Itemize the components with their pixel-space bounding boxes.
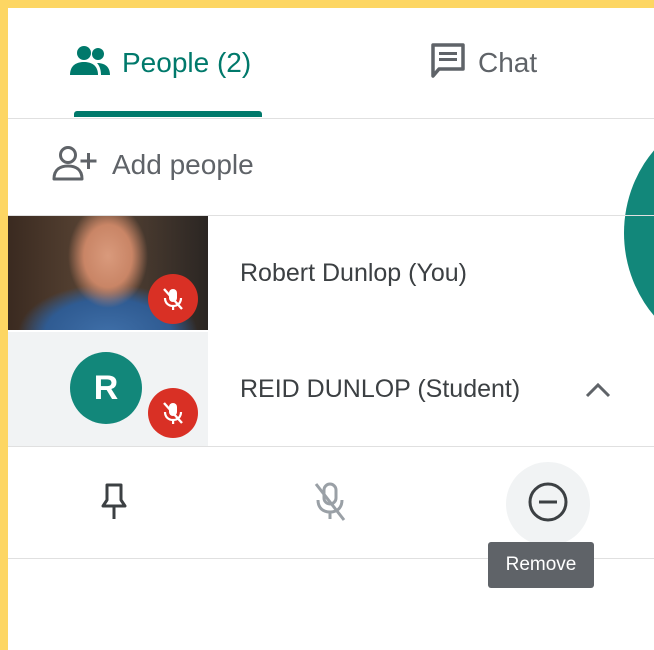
mute-participant-button[interactable] (288, 462, 372, 546)
remove-participant-button[interactable] (506, 462, 590, 546)
chevron-up-icon[interactable] (580, 372, 616, 408)
active-tab-indicator (74, 111, 262, 117)
mic-off-icon (148, 274, 198, 324)
add-people-button[interactable]: Add people (52, 138, 254, 192)
participants-divider (8, 446, 654, 447)
participant-name: REID DUNLOP (Student) (240, 374, 521, 403)
panel-tabs: People (2) Chat (8, 8, 654, 118)
pin-icon (97, 482, 131, 527)
participant-row[interactable]: Robert Dunlop (You) (8, 216, 654, 330)
participant-row[interactable]: R REID DUNLOP (Student) (8, 332, 654, 446)
tab-chat[interactable]: Chat (428, 8, 537, 118)
tab-people[interactable]: People (2) (68, 8, 251, 118)
tab-chat-label: Chat (478, 47, 538, 78)
tab-people-label: People (2) (122, 47, 252, 78)
people-icon (68, 45, 112, 82)
remove-tooltip: Remove (488, 542, 594, 588)
mic-off-icon (148, 388, 198, 438)
person-add-icon (52, 145, 100, 186)
chat-icon (428, 41, 468, 86)
mic-off-icon (310, 480, 350, 529)
pin-button[interactable] (72, 462, 156, 546)
avatar: R (70, 352, 142, 424)
remove-circle-icon (526, 480, 570, 529)
add-people-label: Add people (112, 149, 254, 180)
participant-name: Robert Dunlop (You) (240, 258, 467, 287)
tabs-divider (8, 118, 654, 119)
